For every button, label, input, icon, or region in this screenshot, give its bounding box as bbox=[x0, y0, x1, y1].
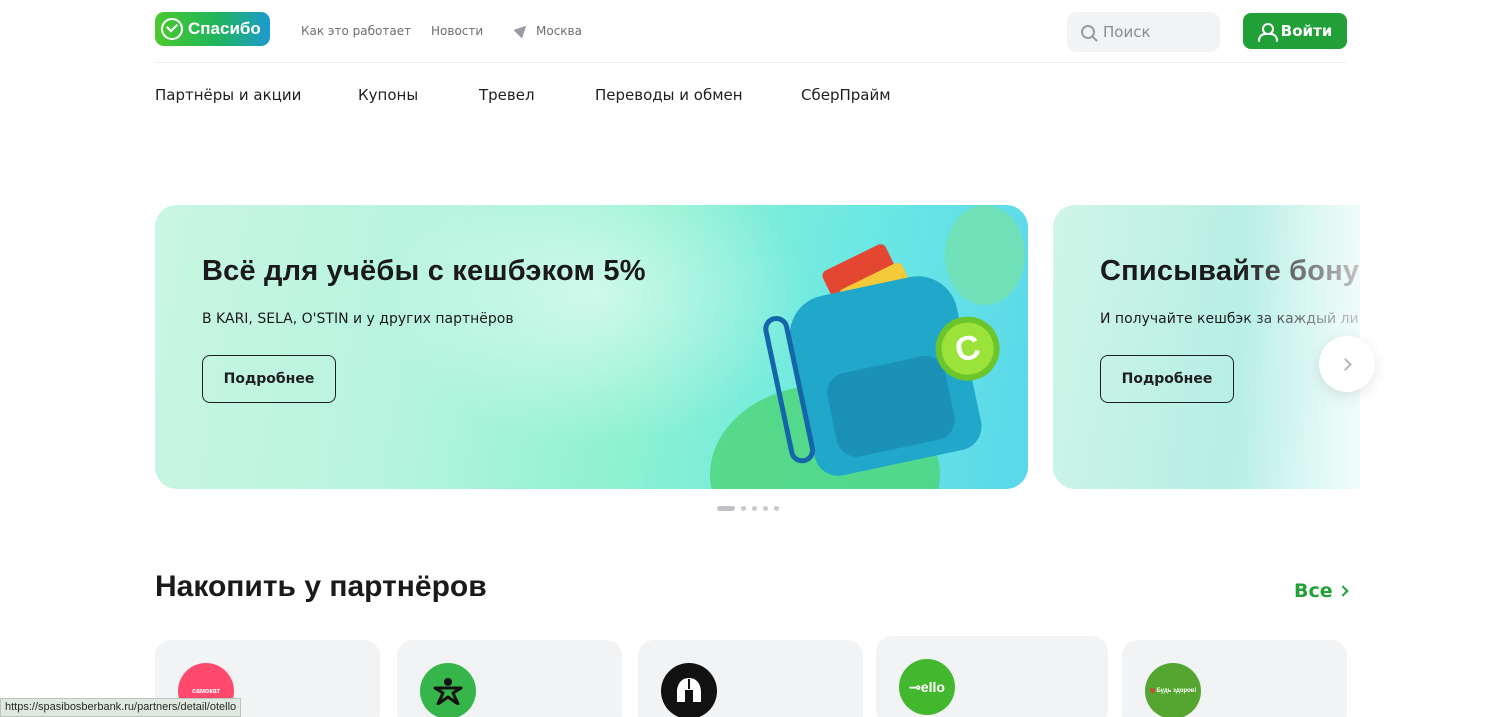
pagination-dot[interactable] bbox=[752, 506, 757, 511]
city-selector[interactable]: Москва bbox=[536, 24, 582, 38]
chevron-right-icon bbox=[1336, 585, 1349, 597]
partner-card[interactable] bbox=[638, 640, 863, 717]
slide-subtitle: В KARI, SELA, O'STIN и у других партнёро… bbox=[202, 311, 514, 327]
search-input[interactable]: Поиск bbox=[1067, 12, 1220, 52]
browser-status-url: https://spasibosberbank.ru/partners/deta… bbox=[0, 698, 242, 717]
spasibo-logo[interactable]: Спасибо bbox=[155, 12, 270, 46]
location-arrow-icon bbox=[513, 21, 531, 39]
search-placeholder: Поиск bbox=[1103, 23, 1151, 41]
pagination-dot[interactable] bbox=[774, 506, 779, 511]
nav-item-transfers[interactable]: Переводы и обмен bbox=[595, 86, 743, 104]
more-button[interactable]: Подробнее bbox=[202, 355, 336, 403]
partner-logo-text: Будь здоров! bbox=[1156, 688, 1197, 694]
slide-title: Всё для учёбы с кешбэком 5% bbox=[202, 255, 646, 287]
partner-logo-text: самокат bbox=[191, 687, 221, 695]
pagination-dot[interactable] bbox=[741, 506, 746, 511]
partner-card[interactable]: ⊸ ello bbox=[876, 636, 1108, 717]
header-divider bbox=[155, 62, 1347, 63]
checkmark-icon bbox=[161, 18, 183, 40]
login-button[interactable]: Войти bbox=[1243, 13, 1347, 49]
chevron-right-icon bbox=[1339, 357, 1352, 371]
okko-logo bbox=[661, 663, 717, 717]
news-link[interactable]: Новости bbox=[431, 24, 483, 38]
all-label: Все bbox=[1294, 580, 1333, 602]
key-icon: ⊸ bbox=[909, 678, 921, 695]
partner-card[interactable] bbox=[397, 640, 622, 717]
heart-icon: ♥ bbox=[1149, 685, 1156, 697]
carousel-next-button[interactable] bbox=[1319, 336, 1375, 392]
carousel-pagination bbox=[717, 506, 779, 511]
partner-logo-text: ello bbox=[920, 679, 945, 695]
nav-item-travel[interactable]: Тревел bbox=[479, 86, 535, 104]
all-partners-link[interactable]: Все bbox=[1294, 580, 1349, 602]
otello-logo: ⊸ ello bbox=[899, 659, 955, 715]
partner-card[interactable]: ♥ Будь здоров! bbox=[1122, 640, 1347, 717]
star-person-icon bbox=[433, 678, 463, 705]
promo-slide-1[interactable]: C Всё для учёбы с кешбэком 5% В KARI, SE… bbox=[155, 205, 1028, 489]
logo-text: Спасибо bbox=[188, 19, 261, 38]
pagination-dot[interactable] bbox=[763, 506, 768, 511]
how-it-works-link[interactable]: Как это работает bbox=[301, 24, 411, 38]
nav-item-coupons[interactable]: Купоны bbox=[358, 86, 418, 104]
helmet-icon bbox=[677, 678, 701, 702]
user-icon bbox=[1257, 22, 1278, 42]
pagination-dot[interactable] bbox=[717, 506, 735, 511]
section-title: Накопить у партнёров bbox=[155, 570, 487, 603]
bud-zdorov-logo: ♥ Будь здоров! bbox=[1145, 663, 1201, 717]
promo-slide-2[interactable]: Списывайте бону И получайте кешбэк за ка… bbox=[1053, 205, 1360, 489]
search-icon bbox=[1081, 25, 1095, 39]
nav-item-sberprime[interactable]: СберПрайм bbox=[801, 86, 891, 104]
more-button[interactable]: Подробнее bbox=[1100, 355, 1234, 403]
site-header: Спасибо Как это работает Новости Москва … bbox=[155, 10, 1347, 54]
login-label: Войти bbox=[1280, 22, 1333, 40]
detmir-logo bbox=[420, 663, 476, 717]
nav-item-partners[interactable]: Партнёры и акции bbox=[155, 86, 301, 104]
